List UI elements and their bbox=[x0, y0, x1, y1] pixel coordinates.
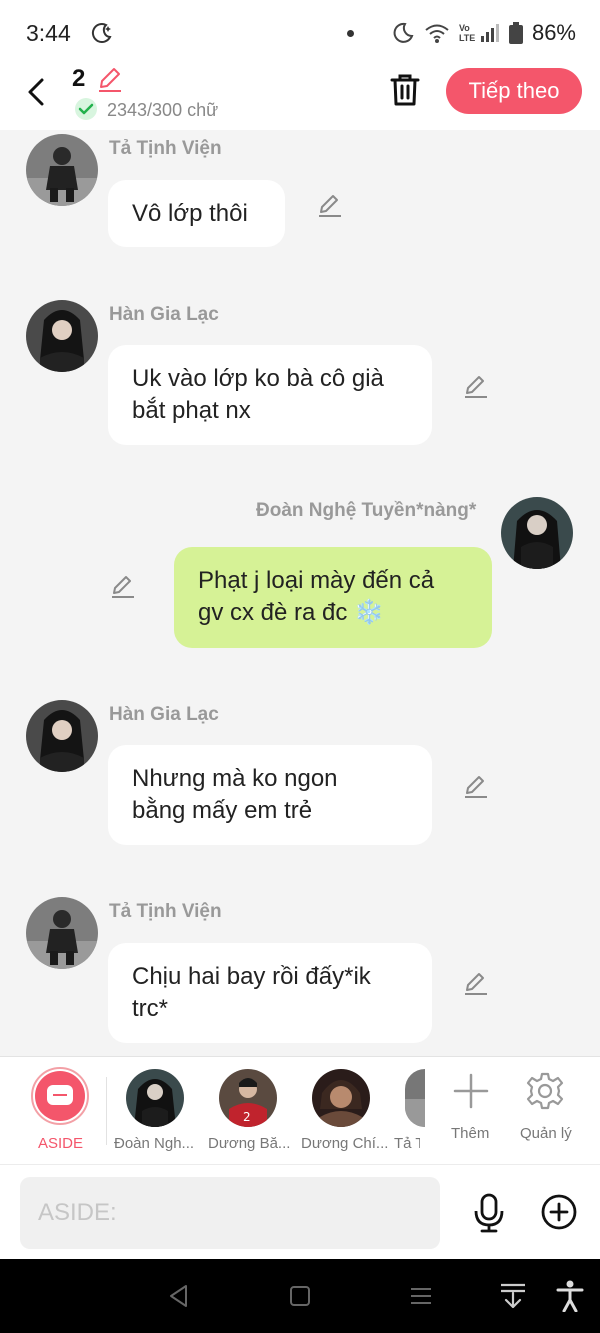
next-button[interactable]: Tiếp theo bbox=[446, 68, 582, 114]
sender-name: Tả Tịnh Viện bbox=[109, 138, 222, 159]
avatar[interactable] bbox=[26, 134, 98, 206]
message-line: Nhưng mà ko ngon bbox=[132, 765, 338, 792]
manage-label[interactable]: Quản lý bbox=[520, 1125, 572, 1142]
sender-name: Tả Tịnh Viện bbox=[109, 901, 222, 922]
character-avatar[interactable] bbox=[405, 1069, 425, 1127]
character-label[interactable]: Tả T bbox=[394, 1135, 420, 1152]
status-time: 3:44 bbox=[26, 20, 71, 46]
character-avatar[interactable] bbox=[312, 1069, 370, 1127]
message-bubble[interactable]: Chịu hai bay rồi đấy*ik trc* bbox=[108, 943, 432, 1043]
message-line: bắt phạt nx bbox=[132, 397, 251, 424]
character-label[interactable]: Đoàn Ngh... bbox=[114, 1135, 194, 1152]
character-label[interactable]: Dương Bă... bbox=[208, 1135, 290, 1152]
volte-icon: Vo LTE bbox=[458, 23, 476, 43]
sender-name: Hàn Gia Lạc bbox=[109, 704, 219, 725]
avatar[interactable] bbox=[26, 300, 98, 372]
add-character-icon[interactable] bbox=[451, 1071, 491, 1111]
edit-title-icon[interactable] bbox=[95, 65, 123, 93]
battery-icon bbox=[508, 22, 523, 44]
accessibility-icon[interactable] bbox=[556, 1280, 584, 1312]
sender-name: Hàn Gia Lạc bbox=[109, 304, 219, 325]
nav-home-icon[interactable] bbox=[287, 1283, 313, 1309]
wifi-icon bbox=[425, 24, 449, 43]
nav-back-icon[interactable] bbox=[166, 1283, 192, 1309]
message-line: Vô lớp thôi bbox=[132, 200, 248, 227]
avatar[interactable] bbox=[26, 897, 98, 969]
message-line: Chịu hai bay rồi đấy*ik bbox=[132, 963, 371, 990]
divider bbox=[106, 1077, 107, 1145]
character-bar: ASIDE Đoàn Ngh... 2 Dương Bă... Dương Ch… bbox=[0, 1056, 600, 1164]
aside-label: ASIDE bbox=[38, 1135, 84, 1152]
add-attachment-icon[interactable] bbox=[540, 1193, 578, 1231]
message-line: Phạt j loại mày đến cả bbox=[198, 567, 435, 594]
chapter-number: 2 bbox=[72, 65, 86, 92]
avatar[interactable] bbox=[26, 700, 98, 772]
collapse-down-icon[interactable] bbox=[498, 1281, 528, 1311]
aside-button[interactable] bbox=[31, 1067, 89, 1125]
battery-percent: 86% bbox=[531, 20, 576, 45]
trash-icon[interactable] bbox=[388, 72, 422, 108]
character-avatar[interactable] bbox=[126, 1069, 184, 1127]
message-bubble[interactable]: Vô lớp thôi bbox=[108, 180, 285, 247]
message-input[interactable]: ASIDE: bbox=[20, 1177, 440, 1249]
status-icons: Vo LTE 86% bbox=[391, 20, 576, 46]
signal-icon bbox=[480, 24, 499, 42]
edit-message-icon[interactable] bbox=[463, 971, 489, 997]
message-bubble[interactable]: Uk vào lớp ko bà cô già bắt phạt nx bbox=[108, 345, 432, 445]
avatar[interactable] bbox=[501, 497, 573, 569]
nav-recents-icon[interactable] bbox=[408, 1283, 434, 1309]
message-line: bằng mấy em trẻ bbox=[132, 797, 313, 824]
gear-icon[interactable] bbox=[525, 1071, 565, 1111]
message-line: gv cx đè ra đc ❄️ bbox=[198, 599, 384, 626]
word-count: 2343/300 chữ bbox=[107, 100, 219, 120]
status-bar: 3:44 Vo LTE 86% bbox=[0, 0, 600, 62]
edit-message-icon[interactable] bbox=[463, 374, 489, 400]
add-label[interactable]: Thêm bbox=[451, 1125, 489, 1142]
character-label[interactable]: Dương Chí... bbox=[301, 1135, 388, 1152]
message-line: trc* bbox=[132, 995, 168, 1022]
message-line: Uk vào lớp ko bà cô già bbox=[132, 365, 384, 392]
input-bar: ASIDE: bbox=[0, 1164, 600, 1259]
edit-message-icon[interactable] bbox=[110, 574, 136, 600]
edit-message-icon[interactable] bbox=[463, 774, 489, 800]
moon-icon bbox=[393, 22, 414, 43]
notification-dot bbox=[347, 30, 354, 37]
aside-icon-bg bbox=[35, 1071, 85, 1121]
sender-name: Đoàn Nghệ Tuyền*nàng* bbox=[256, 500, 477, 521]
system-nav-bar bbox=[0, 1259, 600, 1333]
top-header: 2 2343/300 chữ Tiếp theo bbox=[0, 62, 600, 130]
do-not-disturb-icon bbox=[91, 23, 112, 44]
svg-text:2: 2 bbox=[243, 1110, 251, 1124]
back-arrow-icon[interactable] bbox=[22, 72, 52, 112]
edit-message-icon[interactable] bbox=[317, 193, 343, 219]
message-bubble[interactable]: Nhưng mà ko ngon bằng mấy em trẻ bbox=[108, 745, 432, 845]
check-icon bbox=[75, 98, 97, 120]
character-avatar[interactable]: 2 bbox=[219, 1069, 277, 1127]
microphone-icon[interactable] bbox=[472, 1193, 506, 1233]
aside-chat-icon bbox=[47, 1085, 73, 1105]
message-bubble[interactable]: Phạt j loại mày đến cả gv cx đè ra đc ❄️ bbox=[174, 547, 492, 648]
chat-area: Tả Tịnh Viện Vô lớp thôi Hàn Gia Lạc Uk … bbox=[0, 130, 600, 1056]
